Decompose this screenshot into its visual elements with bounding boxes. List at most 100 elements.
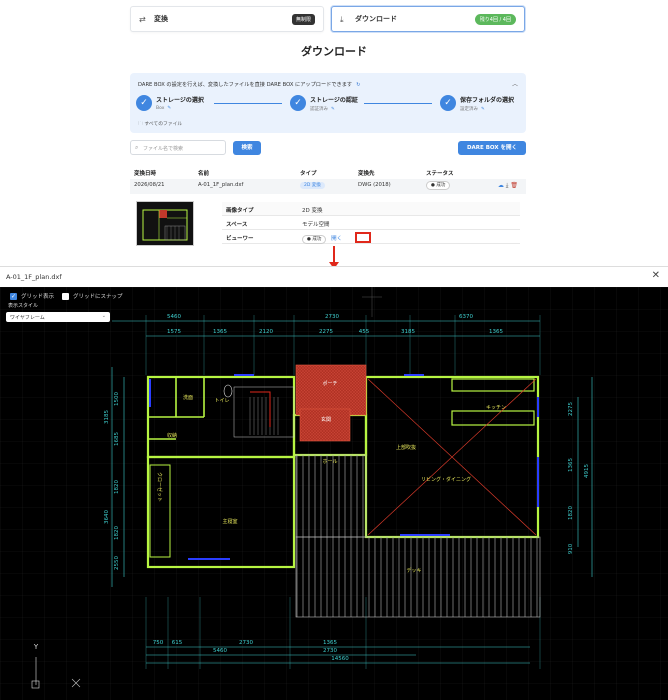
detail-key: スペース bbox=[226, 222, 248, 228]
room-label: クローゼット bbox=[156, 472, 163, 502]
checkbox-checked-icon[interactable]: ✓ bbox=[10, 292, 17, 300]
dimension-label: 1575 bbox=[167, 329, 181, 335]
dimension-label: 4915 bbox=[584, 464, 590, 478]
dimension-label: 2275 bbox=[319, 329, 333, 335]
edit-icon[interactable]: ✎ bbox=[331, 107, 335, 112]
dimension-label: 1820 bbox=[114, 526, 120, 540]
refresh-icon[interactable]: ↻ bbox=[356, 82, 360, 88]
dimension-label: 5460 bbox=[213, 648, 227, 654]
open-darebox-button[interactable]: DARE BOX を開く bbox=[458, 141, 526, 155]
row-type-badge: 2D 変換 bbox=[300, 182, 325, 189]
deck-area bbox=[295, 454, 367, 538]
edit-icon[interactable]: ✎ bbox=[481, 107, 485, 112]
tab-convert[interactable]: ⇄ 変換 無制限 bbox=[130, 6, 324, 32]
step-folder-select: ✓ 保存フォルダの選択 設定済み ✎ bbox=[440, 95, 514, 112]
trash-icon[interactable]: 🗑 bbox=[510, 182, 518, 189]
cloud-upload-icon[interactable]: ☁ bbox=[498, 182, 504, 189]
convert-icon: ⇄ bbox=[139, 14, 146, 24]
step-connector bbox=[214, 103, 282, 104]
detail-key: ビューワー bbox=[226, 236, 254, 242]
unlimited-badge: 無制限 bbox=[291, 13, 315, 25]
table-header: 変換日時 名前 タイプ 変換先 ステータス bbox=[130, 166, 526, 178]
room-label: 上部吹抜 bbox=[396, 444, 416, 451]
row-target: DWG (2018) bbox=[358, 182, 391, 188]
all-files-label: すべてのファイル bbox=[144, 122, 183, 127]
row-date: 2026/08/21 bbox=[134, 182, 165, 188]
dimension-label: 2120 bbox=[259, 329, 273, 335]
download-page: ⇄ 変換 無制限 ⤓ ダウンロード 残り4回 / 4回 ダウンロード DARE … bbox=[0, 0, 668, 269]
dimension-label: 14560 bbox=[331, 656, 349, 662]
display-style-label: 表示スタイル bbox=[8, 303, 39, 309]
table-row[interactable]: 2026/08/21 A-01_1F_plan.dxf 2D 変換 DWG (2… bbox=[130, 179, 526, 194]
step-title: 保存フォルダの選択 bbox=[460, 97, 515, 104]
room-label: リビング・ダイニング bbox=[421, 476, 471, 483]
col-target: 変換先 bbox=[358, 171, 375, 177]
room-label: ポーチ bbox=[322, 380, 337, 387]
dimension-label: 3185 bbox=[104, 410, 110, 424]
all-files-link[interactable]: 🗀 すべてのファイル bbox=[138, 120, 182, 129]
tab-download[interactable]: ⤓ ダウンロード 残り4回 / 4回 bbox=[331, 6, 525, 32]
page-title: ダウンロード bbox=[301, 45, 367, 58]
grid-snap-toggle[interactable]: グリッドにスナップ bbox=[62, 292, 123, 300]
dimension-label: 455 bbox=[359, 329, 370, 335]
check-icon: ✓ bbox=[290, 95, 306, 111]
col-type: タイプ bbox=[300, 171, 317, 177]
darebox-panel: DARE BOX の設定を行えば、変換したファイルを直接 DARE BOX にア… bbox=[130, 73, 526, 133]
open-viewer-link[interactable]: 開く bbox=[331, 236, 342, 242]
collapse-icon[interactable]: ︿ bbox=[512, 79, 518, 88]
viewer-header: A-01_1F_plan.dxf ✕ bbox=[0, 266, 668, 286]
floor-plan-drawing[interactable]: ポーチ玄関 洗面 トイレ収納ホール主寝室 クローゼット キッチンリビング・ダイニング 上部… bbox=[0, 287, 668, 700]
col-date: 変換日時 bbox=[134, 171, 157, 177]
dimension-label: 3185 bbox=[401, 329, 415, 335]
room-label: 洗面 bbox=[183, 394, 193, 401]
viewer-status-text: 成功 bbox=[312, 237, 322, 242]
tab-convert-label: 変換 bbox=[154, 15, 168, 23]
grid-display-toggle[interactable]: ✓ グリッド表示 bbox=[10, 292, 54, 300]
dimension-label: 2730 bbox=[325, 314, 339, 320]
viewer-status-badge: ● 成功 bbox=[302, 235, 327, 244]
step-connector bbox=[364, 103, 432, 104]
search-input[interactable]: ⌕ ファイル名で検索 bbox=[130, 140, 226, 155]
room-label: 収納 bbox=[167, 432, 177, 439]
download-icon[interactable]: ⤓ bbox=[506, 182, 509, 189]
detail-value: モデル空間 bbox=[302, 222, 330, 228]
detail-row-image-type: 画像タイプ 2D 変換 bbox=[222, 202, 520, 216]
room-label: 玄関 bbox=[321, 416, 331, 423]
col-name: 名前 bbox=[198, 171, 210, 177]
grid-display-label: グリッド表示 bbox=[21, 294, 55, 300]
highlight-box bbox=[355, 232, 371, 243]
remaining-badge: 残り4回 / 4回 bbox=[474, 13, 516, 25]
dimension-label: 1820 bbox=[568, 506, 574, 520]
col-status: ステータス bbox=[426, 171, 454, 177]
step-sub: 認証済み bbox=[310, 107, 328, 112]
dimension-label: 2275 bbox=[568, 402, 574, 416]
row-status-badge: ● 成功 bbox=[426, 181, 451, 190]
deck-area bbox=[295, 536, 541, 618]
download-icon: ⤓ bbox=[340, 14, 344, 24]
room-label: トイレ bbox=[214, 398, 229, 404]
darebox-info-text: DARE BOX の設定を行えば、変換したファイルを直接 DARE BOX にア… bbox=[138, 82, 353, 88]
plan-thumbnail bbox=[136, 201, 194, 246]
tab-download-label: ダウンロード bbox=[355, 15, 397, 23]
display-style-select[interactable]: ワイヤフレーム ⌄ bbox=[6, 312, 110, 322]
dimension-label: 1365 bbox=[489, 329, 503, 335]
step-sub: 設定済み bbox=[460, 107, 478, 112]
dimension-label: 1685 bbox=[114, 432, 120, 446]
cad-viewer-canvas[interactable]: ポーチ 玄関 洗面 トイレ 収納 ホール 主寝室 クローゼット キッチン リビング・ダイニング 上部… bbox=[0, 287, 668, 700]
porch-area bbox=[295, 364, 367, 416]
dimension-label: 1365 bbox=[213, 329, 227, 335]
checkbox-unchecked-icon[interactable] bbox=[62, 292, 69, 300]
display-style-value: ワイヤフレーム bbox=[10, 315, 45, 321]
room-label: キッチン bbox=[486, 405, 506, 411]
detail-row-viewer: ビューワー ● 成功 開く bbox=[222, 230, 520, 244]
dimension-label: 910 bbox=[568, 543, 574, 554]
search-button[interactable]: 検索 bbox=[233, 141, 261, 155]
close-icon[interactable]: ✕ bbox=[652, 270, 660, 281]
dimension-label: 2550 bbox=[114, 556, 120, 570]
search-icon: ⌕ bbox=[135, 144, 139, 151]
check-icon: ✓ bbox=[440, 95, 456, 111]
row-status-text: 成功 bbox=[436, 183, 446, 188]
edit-icon[interactable]: ✎ bbox=[167, 106, 171, 111]
dimension-label: 5460 bbox=[167, 314, 181, 320]
step-storage-auth: ✓ ストレージの認証 認証済み ✎ bbox=[290, 95, 358, 112]
